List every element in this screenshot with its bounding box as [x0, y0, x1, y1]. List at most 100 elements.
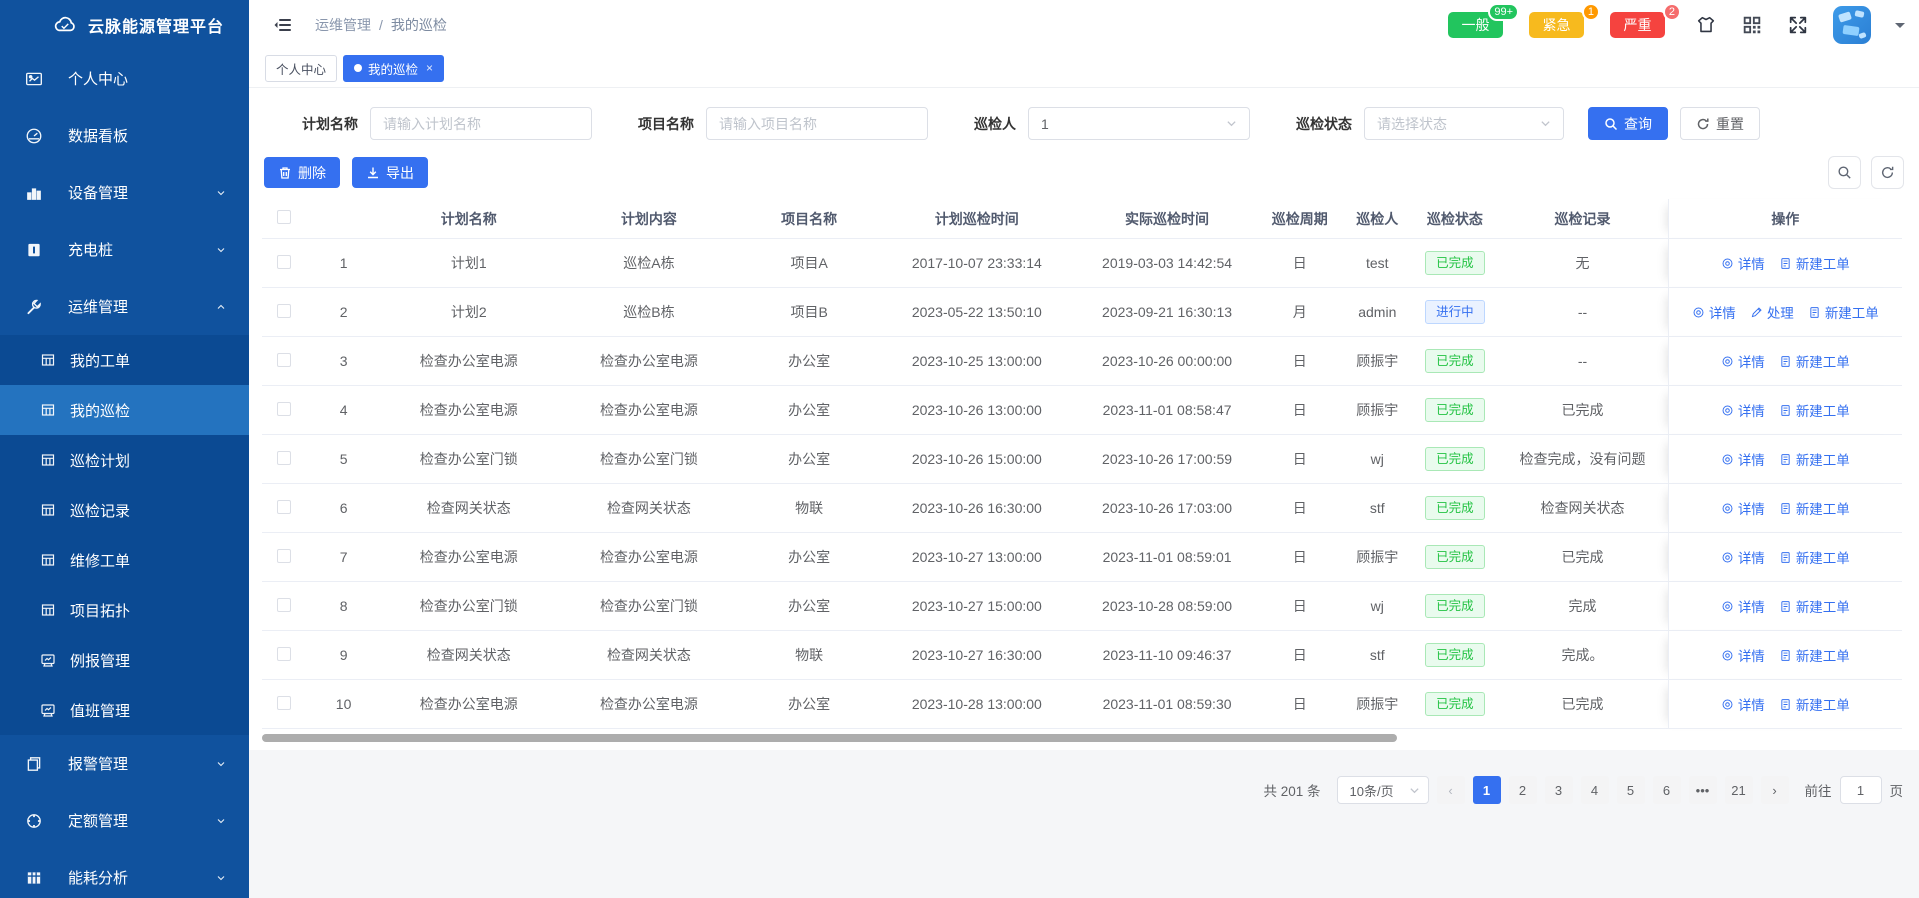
row-checkbox[interactable]	[277, 597, 292, 612]
cell-plan-time: 2023-10-27 16:30:00	[876, 631, 1077, 680]
alert-count-badge: 2	[1662, 2, 1681, 21]
row-checkbox[interactable]	[277, 352, 292, 367]
more-pages-button[interactable]: •••	[1688, 776, 1717, 804]
page-button-5[interactable]: 5	[1616, 776, 1645, 804]
row-checkbox[interactable]	[277, 499, 292, 514]
sidebar-item-1[interactable]: 个人中心	[0, 50, 249, 107]
row-checkbox[interactable]	[277, 254, 292, 269]
action-新建工单[interactable]: 新建工单	[1779, 498, 1850, 518]
action-新建工单[interactable]: 新建工单	[1779, 400, 1850, 420]
theme-shirt-icon[interactable]	[1695, 14, 1717, 36]
breadcrumb-parent[interactable]: 运维管理	[315, 15, 371, 35]
table-search-icon[interactable]	[1828, 156, 1861, 189]
row-checkbox[interactable]	[277, 695, 292, 710]
export-button[interactable]: 导出	[352, 157, 428, 188]
sidebar-item-3[interactable]: 设备管理	[0, 164, 249, 221]
action-详情[interactable]: 详情	[1721, 351, 1765, 371]
fullscreen-icon[interactable]	[1787, 14, 1809, 36]
action-详情[interactable]: 详情	[1721, 498, 1765, 518]
delete-button[interactable]: 删除	[264, 157, 340, 188]
user-avatar[interactable]	[1833, 5, 1871, 44]
plan-name-input[interactable]	[383, 115, 579, 132]
filter-inspector: 巡检人 1	[974, 107, 1250, 140]
qr-code-icon[interactable]	[1741, 14, 1763, 36]
header-select-all[interactable]	[262, 199, 307, 239]
row-checkbox[interactable]	[277, 450, 292, 465]
project-name-input[interactable]	[719, 115, 915, 132]
action-新建工单[interactable]: 新建工单	[1779, 253, 1850, 273]
sidebar-item-11[interactable]: 项目拓扑	[0, 585, 249, 635]
action-新建工单[interactable]: 新建工单	[1779, 351, 1850, 371]
row-index: 8	[306, 582, 382, 631]
row-checkbox[interactable]	[277, 303, 292, 318]
app-title: 云脉能源管理平台	[88, 19, 225, 36]
tab-个人中心[interactable]: 个人中心	[265, 54, 338, 82]
select-all-checkbox[interactable]	[277, 210, 292, 224]
user-menu-caret-icon[interactable]	[1895, 22, 1905, 33]
eye-icon	[1721, 649, 1734, 662]
sidebar-item-4[interactable]: 充电桩	[0, 221, 249, 278]
cell-plan-name: 计划2	[381, 288, 557, 337]
action-详情[interactable]: 详情	[1721, 694, 1765, 714]
page-button-3[interactable]: 3	[1544, 776, 1573, 804]
page-button-6[interactable]: 6	[1652, 776, 1681, 804]
action-新建工单[interactable]: 新建工单	[1808, 302, 1879, 322]
sidebar-item-15[interactable]: 定额管理	[0, 792, 249, 849]
action-新建工单[interactable]: 新建工单	[1779, 596, 1850, 616]
sidebar-item-13[interactable]: 值班管理	[0, 685, 249, 735]
action-新建工单[interactable]: 新建工单	[1779, 645, 1850, 665]
action-详情[interactable]: 详情	[1721, 596, 1765, 616]
tab-我的巡检[interactable]: 我的巡检 ×	[343, 54, 445, 82]
close-tab-icon[interactable]: ×	[426, 61, 433, 75]
page-size-select[interactable]: 10条/页	[1336, 776, 1429, 804]
sidebar-item-2[interactable]: 数据看板	[0, 107, 249, 164]
page-button-4[interactable]: 4	[1580, 776, 1609, 804]
next-page-button[interactable]: ›	[1760, 776, 1789, 804]
inspector-select[interactable]: 1	[1028, 107, 1250, 140]
action-详情[interactable]: 详情	[1721, 645, 1765, 665]
action-label: 新建工单	[1795, 453, 1850, 468]
sidebar-item-7[interactable]: 我的巡检	[0, 385, 249, 435]
action-新建工单[interactable]: 新建工单	[1779, 694, 1850, 714]
sidebar-item-9[interactable]: 巡检记录	[0, 485, 249, 535]
sidebar-item-14[interactable]: 报警管理	[0, 735, 249, 792]
reset-button-label: 重置	[1716, 115, 1744, 132]
cell-plan-time: 2023-10-26 15:00:00	[876, 435, 1077, 484]
row-checkbox[interactable]	[277, 401, 292, 416]
grid-icon	[40, 402, 56, 418]
reset-button[interactable]: 重置	[1680, 107, 1760, 140]
chevron-down-icon	[1540, 118, 1551, 129]
action-详情[interactable]: 详情	[1721, 400, 1765, 420]
row-index: 9	[306, 631, 382, 680]
goto-page-input[interactable]	[1839, 776, 1882, 804]
alert-button-严重[interactable]: 严重 2	[1610, 2, 1681, 38]
cell-cycle: 日	[1257, 386, 1343, 435]
sidebar-item-10[interactable]: 维修工单	[0, 535, 249, 585]
table-refresh-icon[interactable]	[1871, 156, 1904, 189]
sidebar-item-12[interactable]: 例报管理	[0, 635, 249, 685]
alert-button-紧急[interactable]: 紧急 1	[1529, 2, 1600, 38]
alert-button-一般[interactable]: 一般 99+	[1448, 2, 1519, 38]
cell-cycle: 日	[1257, 435, 1343, 484]
collapse-menu-icon[interactable]	[273, 15, 293, 35]
sidebar-item-5[interactable]: 运维管理	[0, 278, 249, 335]
action-详情[interactable]: 详情	[1721, 547, 1765, 567]
action-处理[interactable]: 处理	[1750, 302, 1794, 322]
search-button[interactable]: 查询	[1588, 107, 1668, 140]
horizontal-scrollbar-thumb[interactable]	[262, 734, 1397, 742]
action-详情[interactable]: 详情	[1721, 449, 1765, 469]
sidebar-item-6[interactable]: 我的工单	[0, 335, 249, 385]
sidebar-item-8[interactable]: 巡检计划	[0, 435, 249, 485]
action-详情[interactable]: 详情	[1721, 253, 1765, 273]
action-详情[interactable]: 详情	[1692, 302, 1736, 322]
prev-page-button[interactable]: ‹	[1436, 776, 1465, 804]
page-button-2[interactable]: 2	[1508, 776, 1537, 804]
row-checkbox[interactable]	[277, 646, 292, 661]
action-新建工单[interactable]: 新建工单	[1779, 449, 1850, 469]
row-checkbox[interactable]	[277, 548, 292, 563]
page-button-1[interactable]: 1	[1472, 776, 1501, 804]
sidebar-item-16[interactable]: 能耗分析	[0, 849, 249, 898]
page-button-21[interactable]: 21	[1724, 776, 1753, 804]
action-新建工单[interactable]: 新建工单	[1779, 547, 1850, 567]
status-select[interactable]: 请选择状态	[1364, 107, 1564, 140]
